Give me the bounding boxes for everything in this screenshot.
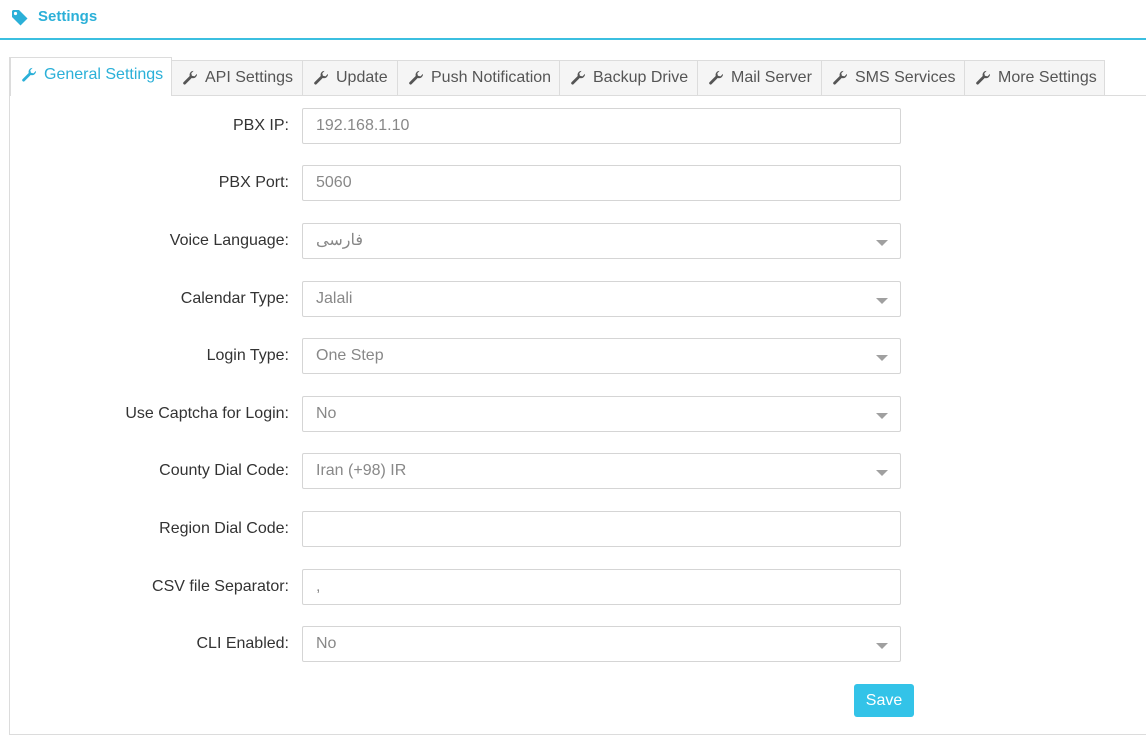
region-dial-code-input[interactable]	[302, 511, 901, 547]
login-type-label: Login Type:	[206, 347, 289, 364]
tab-label: Mail Server	[731, 69, 812, 86]
cli-enabled-select[interactable]: No	[302, 626, 901, 662]
form-row-pbx-ip: PBX IP:	[0, 108, 1146, 144]
tab-sms-services[interactable]: SMS Services	[821, 60, 965, 95]
form-row-region-dial-code: Region Dial Code:	[0, 511, 1146, 547]
tab-label: More Settings	[998, 69, 1097, 86]
country-dial-code-label: County Dial Code:	[159, 462, 289, 479]
save-button[interactable]: Save	[854, 684, 914, 717]
form-row-use-captcha: Use Captcha for Login: No	[0, 396, 1146, 432]
use-captcha-label: Use Captcha for Login:	[125, 405, 289, 422]
tab-backup-drive[interactable]: Backup Drive	[559, 60, 698, 95]
form-row-calendar-type: Calendar Type: Jalali	[0, 281, 1146, 317]
csv-separator-label: CSV file Separator:	[152, 578, 289, 595]
calendar-type-label: Calendar Type:	[180, 290, 289, 307]
chevron-down-icon	[876, 355, 888, 361]
tab-label: API Settings	[205, 69, 294, 86]
wrench-icon	[709, 70, 724, 85]
voice-language-label: Voice Language:	[169, 232, 289, 249]
form-row-voice-language: Voice Language: فارسی	[0, 223, 1146, 259]
tab-label: General Settings	[44, 66, 164, 83]
chevron-down-icon	[876, 643, 888, 649]
country-dial-code-select[interactable]: Iran (+98) IR	[302, 453, 901, 489]
tab-push-notification[interactable]: Push Notification	[397, 60, 560, 95]
page-title: Settings	[38, 8, 98, 25]
tab-api-settings[interactable]: API Settings	[171, 60, 303, 95]
form-row-csv-separator: CSV file Separator:	[0, 569, 1146, 605]
pbx-ip-input[interactable]	[302, 108, 901, 144]
pbx-port-input[interactable]	[302, 165, 901, 201]
calendar-type-select[interactable]: Jalali	[302, 281, 901, 317]
page-header: Settings	[0, 0, 1146, 40]
country-dial-code-value: Iran (+98) IR	[316, 462, 407, 479]
wrench-icon	[976, 70, 991, 85]
form-row-cli-enabled: CLI Enabled: No	[0, 626, 1146, 662]
tab-label: SMS Services	[855, 69, 956, 86]
tab-bar: General Settings API Settings Update Pus…	[10, 57, 1146, 96]
tab-general-settings[interactable]: General Settings	[10, 57, 172, 96]
chevron-down-icon	[876, 298, 888, 304]
wrench-icon	[314, 70, 329, 85]
use-captcha-select[interactable]: No	[302, 396, 901, 432]
calendar-type-value: Jalali	[316, 290, 353, 307]
wrench-icon	[22, 67, 37, 82]
voice-language-select[interactable]: فارسی	[302, 223, 901, 259]
wrench-icon	[183, 70, 198, 85]
tab-update[interactable]: Update	[302, 60, 398, 95]
region-dial-code-label: Region Dial Code:	[159, 520, 289, 537]
chevron-down-icon	[876, 470, 888, 476]
tab-more-settings[interactable]: More Settings	[964, 60, 1105, 95]
login-type-select[interactable]: One Step	[302, 338, 901, 374]
chevron-down-icon	[876, 413, 888, 419]
tab-label: Update	[336, 69, 388, 86]
pbx-ip-label: PBX IP:	[232, 117, 289, 134]
csv-separator-input[interactable]	[302, 569, 901, 605]
wrench-icon	[833, 70, 848, 85]
chevron-down-icon	[876, 240, 888, 246]
use-captcha-value: No	[316, 405, 337, 422]
tab-mail-server[interactable]: Mail Server	[697, 60, 822, 95]
login-type-value: One Step	[316, 347, 384, 364]
form-row-pbx-port: PBX Port:	[0, 165, 1146, 201]
form-row-country-dial-code: County Dial Code: Iran (+98) IR	[0, 453, 1146, 489]
pbx-port-label: PBX Port:	[218, 174, 289, 191]
cli-enabled-label: CLI Enabled:	[196, 635, 289, 652]
wrench-icon	[571, 70, 586, 85]
tag-icon	[12, 10, 28, 26]
wrench-icon	[409, 70, 424, 85]
tab-label: Backup Drive	[593, 69, 689, 86]
form-row-login-type: Login Type: One Step	[0, 338, 1146, 374]
tab-label: Push Notification	[431, 69, 552, 86]
cli-enabled-value: No	[316, 635, 337, 652]
voice-language-value: فارسی	[316, 232, 363, 249]
